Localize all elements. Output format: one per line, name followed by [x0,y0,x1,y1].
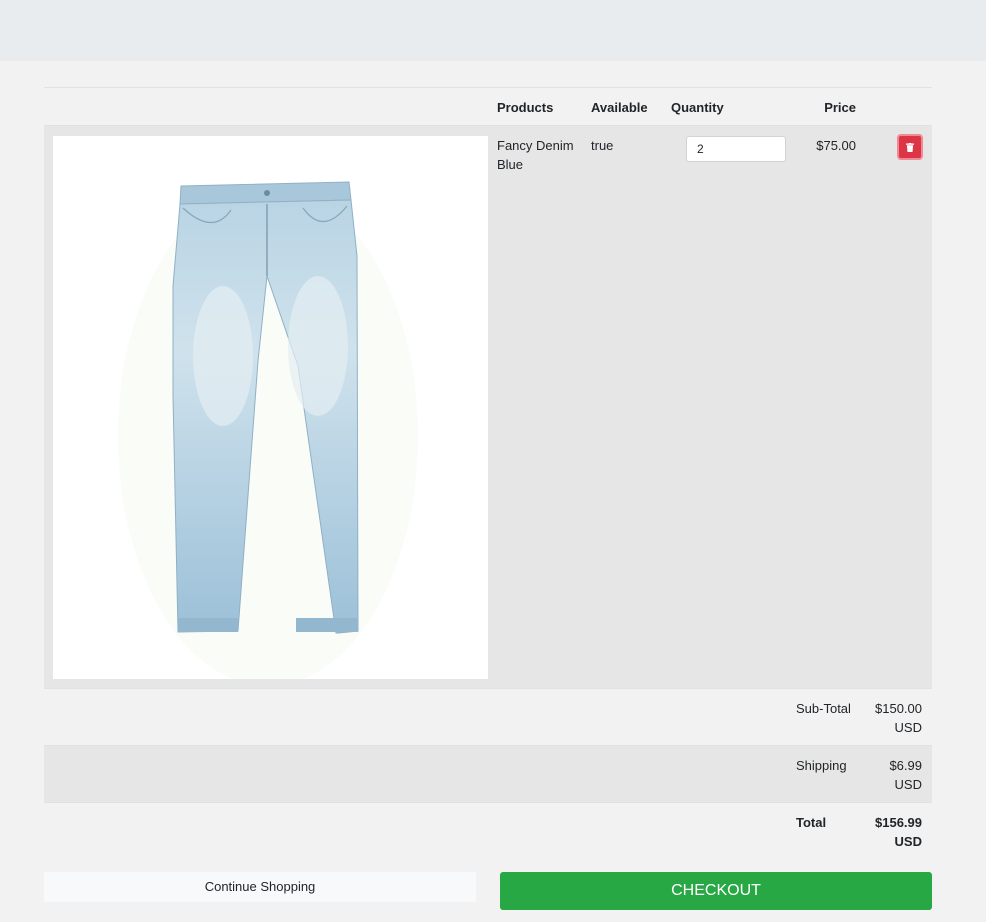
quantity-input[interactable] [686,136,786,162]
total-row: Total $156.99 USD [44,802,932,860]
subtotal-label: Sub-Total [796,701,851,716]
quantity-cell [671,126,796,689]
subtotal-value: $150.00 USD [875,701,922,735]
quantity-column-header: Quantity [671,87,796,126]
jeans-image [118,181,418,679]
product-price: $75.00 [816,138,856,153]
product-image[interactable] [53,136,488,679]
cart-header-row: Products Available Quantity Price [44,87,932,126]
cart-section: Products Available Quantity Price Fancy … [44,87,932,860]
top-bar [0,0,986,61]
image-column-header [44,87,497,126]
total-label: Total [796,815,827,830]
action-cell [872,126,932,689]
delete-item-button[interactable] [897,134,923,160]
cart-actions: Continue Shopping CHECKOUT [44,872,932,910]
price-column-header: Price [796,87,872,126]
available-column-header: Available [591,87,671,126]
continue-shopping-button[interactable]: Continue Shopping [44,872,476,902]
subtotal-row: Sub-Total $150.00 USD [44,688,932,746]
shipping-row: Shipping $6.99 USD [44,745,932,803]
product-image-cell [44,126,497,689]
cart-item-row: Fancy Denim Blue true $75.00 [44,125,932,689]
shipping-label: Shipping [796,758,847,773]
action-column-header [872,87,932,126]
trash-icon [906,143,914,152]
product-name[interactable]: Fancy Denim Blue [497,126,591,689]
products-column-header: Products [497,87,591,126]
checkout-button[interactable]: CHECKOUT [500,872,932,910]
cart-table: Products Available Quantity Price Fancy … [44,87,932,860]
total-value: $156.99 USD [875,815,922,849]
product-availability: true [591,138,614,153]
shipping-value: $6.99 USD [889,758,922,792]
